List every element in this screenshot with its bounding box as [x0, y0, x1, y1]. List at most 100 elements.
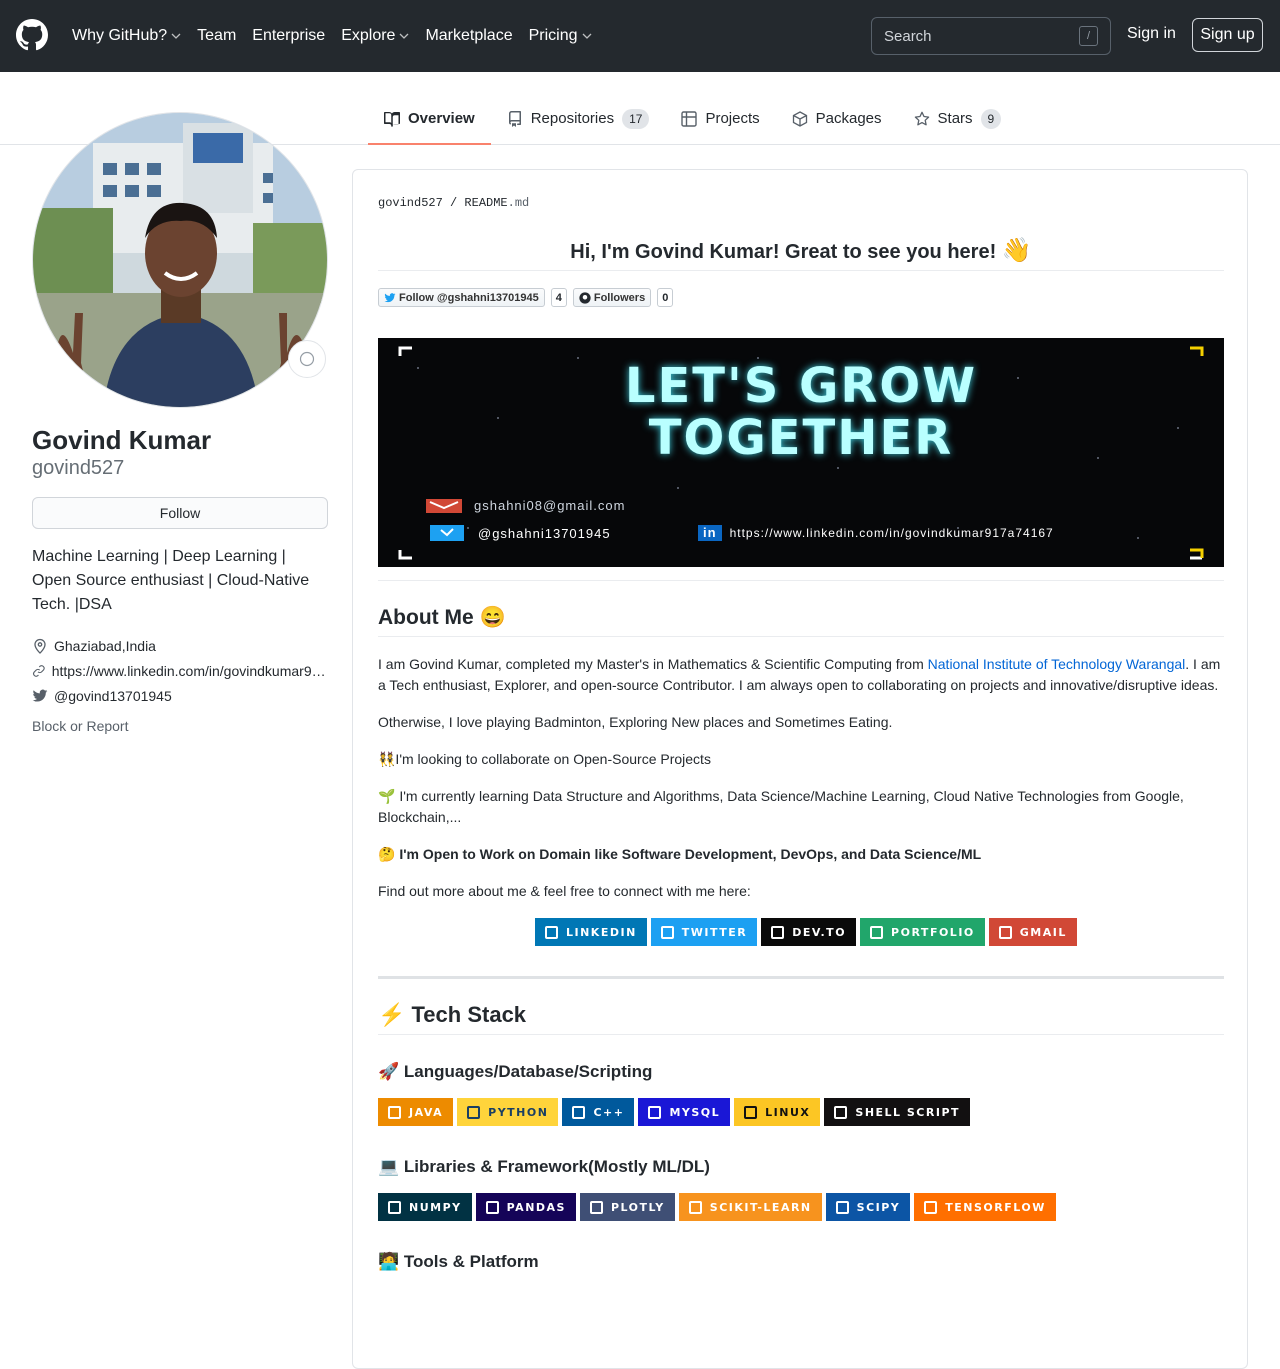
- sign-up-button[interactable]: Sign up: [1192, 18, 1263, 52]
- tab-label: Repositories: [530, 110, 615, 127]
- badge-numpy[interactable]: NUMPY: [378, 1193, 472, 1221]
- follow-button[interactable]: Follow: [32, 497, 328, 529]
- badge-portfolio[interactable]: PORTFOLIO: [860, 918, 985, 946]
- badge-label: TWITTER: [681, 925, 748, 939]
- badge-linux[interactable]: LINUX: [734, 1098, 821, 1126]
- devto-icon: [771, 925, 785, 939]
- about-paragraph-5: 🤔 I'm Open to Work on Domain like Softwa…: [378, 846, 982, 862]
- badge-tensorflow[interactable]: TENSORFLOW: [914, 1193, 1056, 1221]
- profile-location: Ghaziabad,India: [32, 638, 332, 654]
- badge-label: PANDAS: [506, 1200, 566, 1214]
- readme-path-file[interactable]: README.md: [464, 196, 529, 210]
- tab-label: Overview: [408, 110, 475, 127]
- badge-c-[interactable]: C++: [562, 1098, 635, 1126]
- badge-label: NUMPY: [409, 1200, 462, 1214]
- twitter-badge-label: Follow @gshahni13701945: [399, 291, 539, 304]
- readme-title: Hi, I'm Govind Kumar! Great to see you h…: [378, 236, 1224, 271]
- badge-dev-to[interactable]: DEV.TO: [761, 918, 857, 946]
- profile-twitter[interactable]: @govind13701945: [32, 688, 332, 704]
- search-input[interactable]: Search /: [871, 17, 1111, 55]
- nav-pricing[interactable]: Pricing: [529, 27, 592, 45]
- nav-enterprise[interactable]: Enterprise: [252, 27, 325, 45]
- readme-title-text: Hi, I'm Govind Kumar! Great to see you h…: [570, 241, 997, 263]
- banner-linkedin: in https://www.linkedin.com/in/govindkum…: [698, 525, 1054, 541]
- smiley-icon: [299, 351, 315, 367]
- scikit-icon: [688, 1200, 702, 1214]
- badge-label: SCIKIT-LEARN: [709, 1200, 812, 1214]
- github-icon: [579, 291, 591, 304]
- tab-packages[interactable]: Packages: [776, 95, 898, 145]
- badge-label: SHELL SCRIPT: [855, 1105, 961, 1119]
- twitter-follow-badge[interactable]: Follow @gshahni13701945: [378, 288, 545, 307]
- project-icon: [681, 111, 698, 127]
- twitter-icon: [660, 925, 674, 939]
- github-followers-badge[interactable]: Followers: [572, 288, 652, 307]
- languages-heading: 🚀 Languages/Database/Scripting: [378, 1062, 653, 1081]
- badge-gmail[interactable]: GMAIL: [988, 918, 1077, 946]
- tab-label: Stars: [937, 110, 973, 127]
- cpp-icon: [572, 1105, 586, 1119]
- scipy-icon: [835, 1200, 849, 1214]
- github-followers-count: 0: [657, 288, 674, 307]
- repo-count: 17: [622, 109, 650, 129]
- badge-label: PORTFOLIO: [891, 925, 975, 939]
- star-icon: [914, 111, 929, 126]
- java-icon: [388, 1105, 401, 1119]
- badge-linkedin[interactable]: LINKEDIN: [535, 918, 647, 946]
- badge-label: PLOTLY: [610, 1200, 665, 1214]
- tab-stars[interactable]: Stars 9: [898, 95, 1018, 145]
- profile-tabs: Overview Repositories 17 Projects Packag…: [368, 95, 1017, 145]
- language-badges: JAVA PYTHON C++ MYSQL LINUX SHELL SCRIPT: [378, 1098, 971, 1126]
- badge-label: LINKEDIN: [566, 925, 637, 939]
- nav-marketplace[interactable]: Marketplace: [425, 27, 512, 45]
- tab-overview[interactable]: Overview: [368, 95, 491, 145]
- followers-badge-label: Followers: [593, 291, 646, 304]
- badge-twitter[interactable]: TWITTER: [650, 918, 758, 946]
- nav-team[interactable]: Team: [197, 27, 236, 45]
- banner-twitter: @gshahni13701945: [430, 525, 611, 541]
- linux-icon: [744, 1105, 758, 1119]
- block-or-report-link[interactable]: Block or Report: [32, 718, 128, 734]
- badge-mysql[interactable]: MYSQL: [638, 1098, 731, 1126]
- tools-heading: 🧑‍💻 Tools & Platform: [378, 1252, 539, 1271]
- tab-repositories[interactable]: Repositories 17: [491, 95, 666, 145]
- tab-projects[interactable]: Projects: [665, 95, 775, 145]
- badge-plotly[interactable]: PLOTLY: [579, 1193, 675, 1221]
- nav-explore[interactable]: Explore: [341, 27, 409, 45]
- library-badges: NUMPY PANDAS PLOTLY SCIKIT-LEARN SCIPY TENSOR…: [378, 1193, 1056, 1221]
- profile-website[interactable]: https://www.linkedin.com/in/govindkumar9…: [32, 663, 328, 679]
- website-link[interactable]: https://www.linkedin.com/in/govindkumar9…: [52, 663, 328, 679]
- nit-warangal-link[interactable]: National Institute of Technology Waranga…: [928, 656, 1186, 672]
- badge-label: DEV.TO: [792, 925, 847, 939]
- github-logo-icon[interactable]: [16, 19, 48, 51]
- readme-path-user[interactable]: govind527: [378, 196, 443, 210]
- portfolio-icon: [870, 925, 884, 939]
- avatar[interactable]: [32, 112, 328, 408]
- location-icon: [34, 638, 46, 654]
- nav-why-github[interactable]: Why GitHub?: [72, 27, 181, 45]
- nav-label: Why GitHub?: [72, 27, 168, 44]
- twitter-followers-count: 4: [550, 288, 567, 307]
- wave-icon: 👋: [1001, 237, 1032, 264]
- sign-in-link[interactable]: Sign in: [1127, 25, 1176, 43]
- numpy-icon: [388, 1200, 401, 1214]
- divider: [378, 580, 1224, 581]
- book-icon: [384, 111, 400, 127]
- gmail-icon: [998, 925, 1012, 939]
- status-emoji-button[interactable]: [288, 340, 326, 378]
- badge-label: SCIPY: [856, 1200, 901, 1214]
- repo-icon: [508, 111, 521, 127]
- badge-label: JAVA: [409, 1105, 444, 1119]
- badge-scikit-learn[interactable]: SCIKIT-LEARN: [678, 1193, 822, 1221]
- badge-scipy[interactable]: SCIPY: [825, 1193, 911, 1221]
- twitter-icon: [430, 525, 464, 541]
- plotly-icon: [589, 1200, 603, 1214]
- badge-python[interactable]: PYTHON: [457, 1098, 559, 1126]
- badge-java[interactable]: JAVA: [378, 1098, 454, 1126]
- twitter-handle[interactable]: @govind13701945: [54, 688, 172, 704]
- badge-label: PYTHON: [488, 1105, 549, 1119]
- twitter-icon: [384, 292, 396, 302]
- chevron-down-icon: [399, 33, 409, 39]
- badge-pandas[interactable]: PANDAS: [475, 1193, 576, 1221]
- badge-shell-script[interactable]: SHELL SCRIPT: [824, 1098, 971, 1126]
